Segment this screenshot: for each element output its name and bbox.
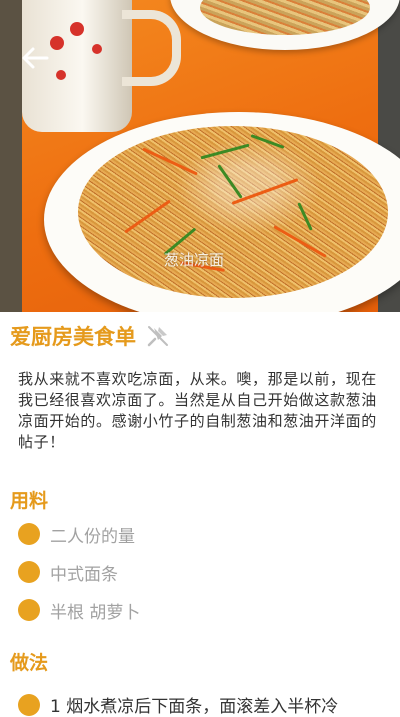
ingredient-item: 中式面条 (18, 559, 118, 585)
recipe-photo: 葱油凉面 (0, 0, 400, 312)
bullet-dot-icon (18, 693, 40, 716)
ingredient-item: 二人份的量 (18, 521, 135, 547)
ingredient-label: 半根 胡萝卜 (50, 602, 141, 623)
noodles (78, 126, 388, 298)
ingredients-heading: 用料 (10, 490, 49, 512)
bullet-dot-icon (18, 561, 40, 583)
ingredient-item: 半根 胡萝卜 (18, 597, 140, 623)
recipe-title: 爱厨房美食单 (10, 325, 136, 349)
photo-watermark: 葱油凉面 (164, 251, 225, 269)
title-row: 爱厨房美食单 (10, 318, 171, 354)
method-heading: 做法 (10, 652, 49, 674)
favorite-pin-icon[interactable] (145, 323, 171, 349)
ingredient-label: 中式面条 (50, 564, 118, 585)
method-step: 1 烟水煮凉后下面条，面滚差入半杯冷 (18, 692, 338, 717)
ingredient-label: 二人份的量 (50, 526, 135, 547)
bullet-dot-icon (18, 523, 40, 545)
recipe-intro: 我从来就不喜欢吃凉面，从来。噢，那是以前，现在我已经很喜欢凉面了。当然是从自己开… (18, 370, 377, 451)
back-arrow-icon[interactable] (21, 46, 49, 70)
photo-frame-left (0, 0, 22, 312)
bullet-dot-icon (18, 599, 40, 621)
method-step-text: 1 烟水煮凉后下面条，面滚差入半杯冷 (50, 697, 339, 717)
